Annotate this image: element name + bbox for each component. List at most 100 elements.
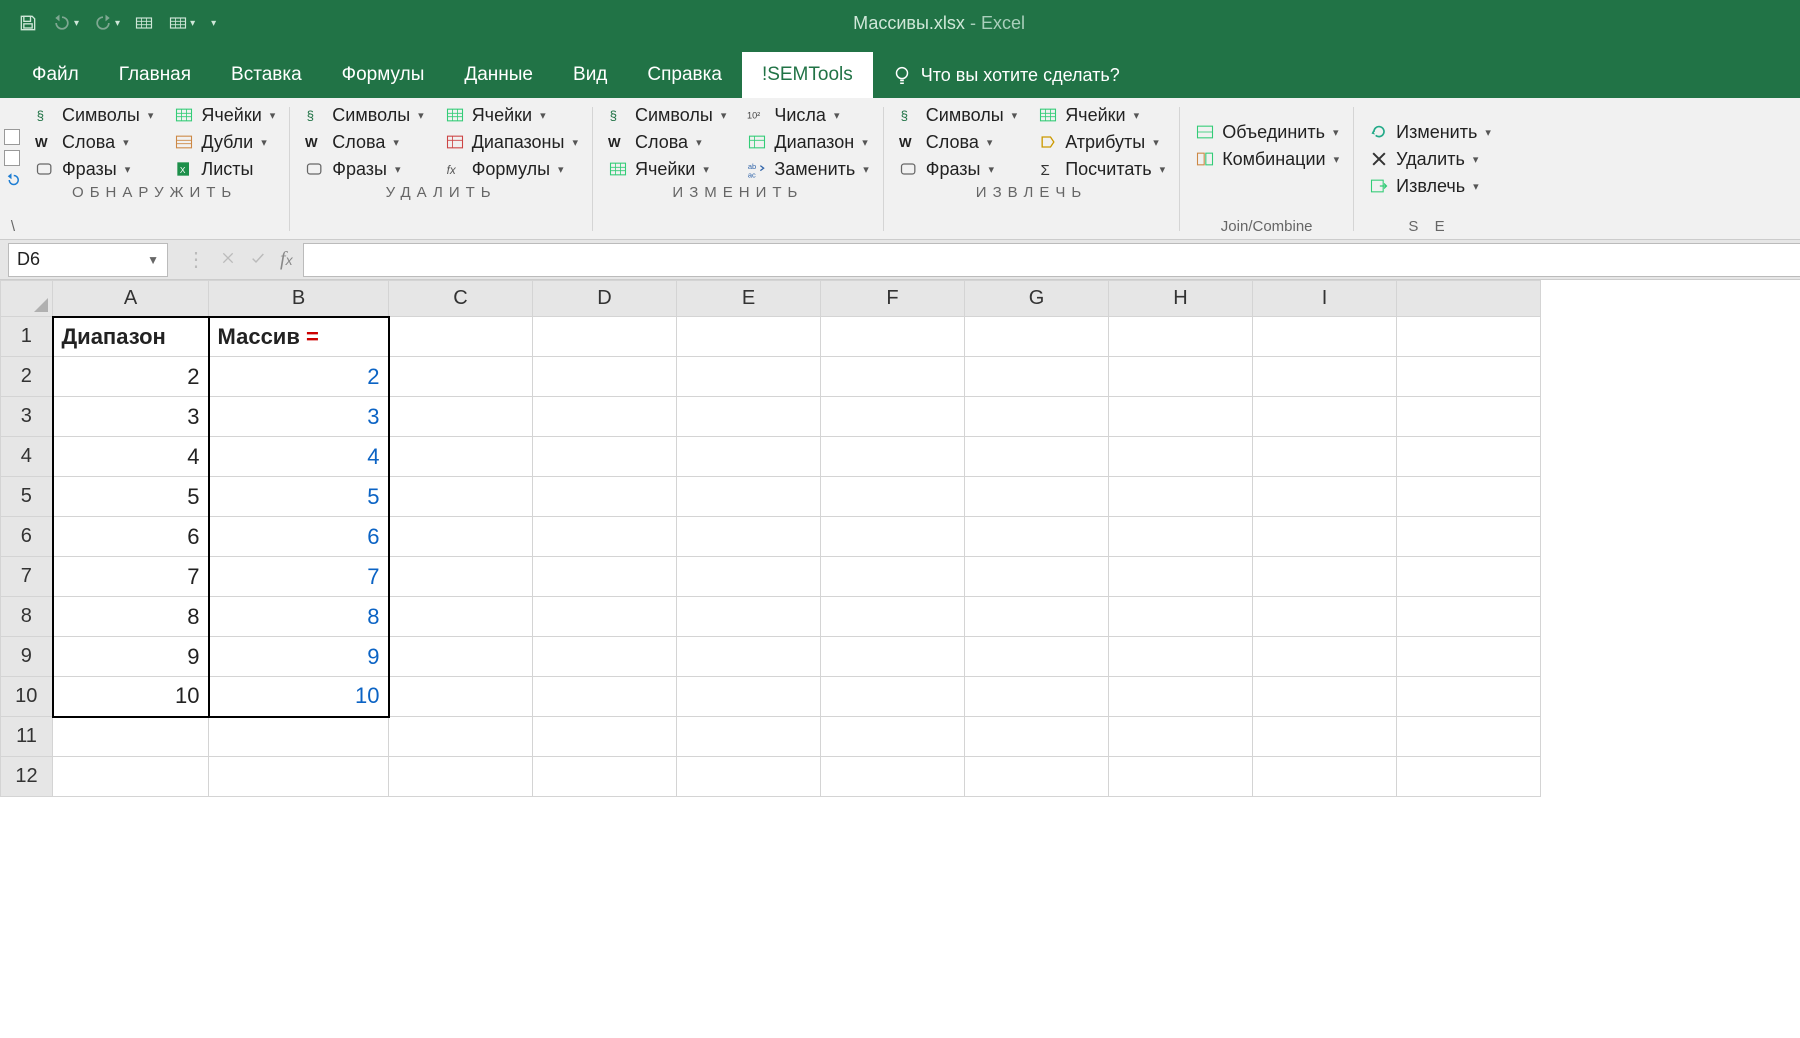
tab-formulas[interactable]: Формулы: [322, 52, 445, 98]
cell-A5[interactable]: 5: [53, 477, 209, 517]
btn-phrases-1[interactable]: Фразы▾: [34, 158, 153, 180]
cell-A1[interactable]: Диапазон: [53, 317, 209, 357]
checkbox-2[interactable]: [4, 150, 20, 166]
delete-icon: [1368, 148, 1390, 170]
phrases-icon: [34, 158, 56, 180]
tell-me-label: Что вы хотите сделать?: [921, 65, 1120, 86]
col-header-extra[interactable]: [1397, 281, 1541, 317]
cell-A7[interactable]: 7: [53, 557, 209, 597]
btn-phrases-4[interactable]: Фразы▾: [898, 158, 1017, 180]
attributes-icon: [1037, 131, 1059, 153]
btn-extract-6[interactable]: Извлечь▾: [1368, 175, 1491, 197]
cell-B1[interactable]: Массив =: [209, 317, 389, 357]
btn-range-3[interactable]: Диапазон▾: [746, 131, 868, 153]
btn-change-6[interactable]: Изменить▾: [1368, 121, 1491, 143]
tab-home[interactable]: Главная: [99, 52, 211, 98]
undo-small-icon[interactable]: [4, 171, 22, 189]
cell-B7[interactable]: 7: [209, 557, 389, 597]
col-header-D[interactable]: D: [533, 281, 677, 317]
formula-bar: D6 ▼ ⋮ fx: [0, 240, 1800, 280]
qat-customize-icon[interactable]: ▾: [209, 18, 216, 29]
btn-symbols-1[interactable]: §Символы▾: [34, 104, 153, 126]
cell-B6[interactable]: 6: [209, 517, 389, 557]
btn-combinations[interactable]: Комбинации▾: [1194, 148, 1339, 170]
btn-dupes-1[interactable]: Дубли▾: [173, 131, 275, 153]
fx-icon[interactable]: fx: [280, 248, 293, 271]
btn-merge[interactable]: Объединить▾: [1194, 121, 1339, 143]
tell-me[interactable]: Что вы хотите сделать?: [873, 52, 1138, 98]
btn-cells-3[interactable]: Ячейки▾: [607, 158, 726, 180]
cell-B4[interactable]: 4: [209, 437, 389, 477]
btn-phrases-2[interactable]: Фразы▾: [304, 158, 423, 180]
fx-icon: fx: [444, 158, 466, 180]
qat-cmd-1-icon[interactable]: [134, 13, 154, 33]
btn-words-1[interactable]: WСлова▾: [34, 131, 153, 153]
tab-semtools[interactable]: !SEMTools: [742, 52, 873, 98]
btn-words-2[interactable]: WСлова▾: [304, 131, 423, 153]
name-box-dropdown-icon[interactable]: ▼: [147, 253, 159, 267]
cell-A4[interactable]: 4: [53, 437, 209, 477]
qat-cmd-2-icon[interactable]: ▾: [168, 13, 195, 33]
cell-A9[interactable]: 9: [53, 637, 209, 677]
btn-delete-6[interactable]: Удалить▾: [1368, 148, 1491, 170]
btn-replace-3[interactable]: abacЗаменить▾: [746, 158, 868, 180]
col-header-C[interactable]: C: [389, 281, 533, 317]
btn-symbols-3[interactable]: §Символы▾: [607, 104, 726, 126]
btn-ranges-2[interactable]: Диапазоны▾: [444, 131, 578, 153]
tab-view[interactable]: Вид: [553, 52, 627, 98]
btn-cells-2[interactable]: Ячейки▾: [444, 104, 578, 126]
spreadsheet[interactable]: A B C D E F G H I 1 Диапазон Массив = 22…: [0, 280, 1800, 1038]
words-icon: W: [34, 131, 56, 153]
words-icon: W: [898, 131, 920, 153]
btn-symbols-2[interactable]: §Символы▾: [304, 104, 423, 126]
btn-sheets-1[interactable]: XЛисты: [173, 158, 275, 180]
cell-A6[interactable]: 6: [53, 517, 209, 557]
btn-words-3[interactable]: WСлова▾: [607, 131, 726, 153]
tab-insert[interactable]: Вставка: [211, 52, 322, 98]
btn-attrs-4[interactable]: Атрибуты▾: [1037, 131, 1165, 153]
cell-B3[interactable]: 3: [209, 397, 389, 437]
tab-data[interactable]: Данные: [444, 52, 553, 98]
undo-icon[interactable]: ▾: [52, 13, 79, 33]
save-icon[interactable]: [18, 13, 38, 33]
btn-calc-4[interactable]: ΣПосчитать▾: [1037, 158, 1165, 180]
cell-B8[interactable]: 8: [209, 597, 389, 637]
col-header-G[interactable]: G: [965, 281, 1109, 317]
cell-A8[interactable]: 8: [53, 597, 209, 637]
enter-icon[interactable]: [250, 250, 266, 269]
col-header-H[interactable]: H: [1109, 281, 1253, 317]
cell-A3[interactable]: 3: [53, 397, 209, 437]
btn-words-4[interactable]: WСлова▾: [898, 131, 1017, 153]
cell-C1[interactable]: [389, 317, 533, 357]
cell-B10[interactable]: 10: [209, 677, 389, 717]
cell-B2[interactable]: 2: [209, 357, 389, 397]
cell-B5[interactable]: 5: [209, 477, 389, 517]
btn-numbers-3[interactable]: 10²Числа▾: [746, 104, 868, 126]
btn-cells-4[interactable]: Ячейки▾: [1037, 104, 1165, 126]
col-header-B[interactable]: B: [209, 281, 389, 317]
name-box[interactable]: D6 ▼: [8, 243, 168, 277]
btn-cells-1[interactable]: Ячейки▾: [173, 104, 275, 126]
row-11: 11: [1, 717, 1541, 757]
sigma-icon: Σ: [1037, 158, 1059, 180]
col-header-E[interactable]: E: [677, 281, 821, 317]
grid[interactable]: A B C D E F G H I 1 Диапазон Массив = 22…: [0, 280, 1541, 797]
btn-symbols-4[interactable]: §Символы▾: [898, 104, 1017, 126]
redo-icon[interactable]: ▾: [93, 13, 120, 33]
row-header-1[interactable]: 1: [1, 317, 53, 357]
cell-A10[interactable]: 10: [53, 677, 209, 717]
col-header-F[interactable]: F: [821, 281, 965, 317]
checkbox-1[interactable]: [4, 129, 20, 145]
cell-B9[interactable]: 9: [209, 637, 389, 677]
formula-input[interactable]: [303, 243, 1800, 277]
col-header-A[interactable]: A: [53, 281, 209, 317]
col-header-I[interactable]: I: [1253, 281, 1397, 317]
ribbon: \ §Символы▾ WСлова▾ Фразы▾ Ячейки▾ Дубли…: [0, 98, 1800, 240]
tab-file[interactable]: Файл: [12, 52, 99, 98]
tab-help[interactable]: Справка: [627, 52, 742, 98]
btn-formulas-2[interactable]: fxФормулы▾: [444, 158, 578, 180]
cancel-icon[interactable]: [220, 250, 236, 269]
name-box-value: D6: [17, 249, 40, 270]
cell-A2[interactable]: 2: [53, 357, 209, 397]
select-all-corner[interactable]: [1, 281, 53, 317]
